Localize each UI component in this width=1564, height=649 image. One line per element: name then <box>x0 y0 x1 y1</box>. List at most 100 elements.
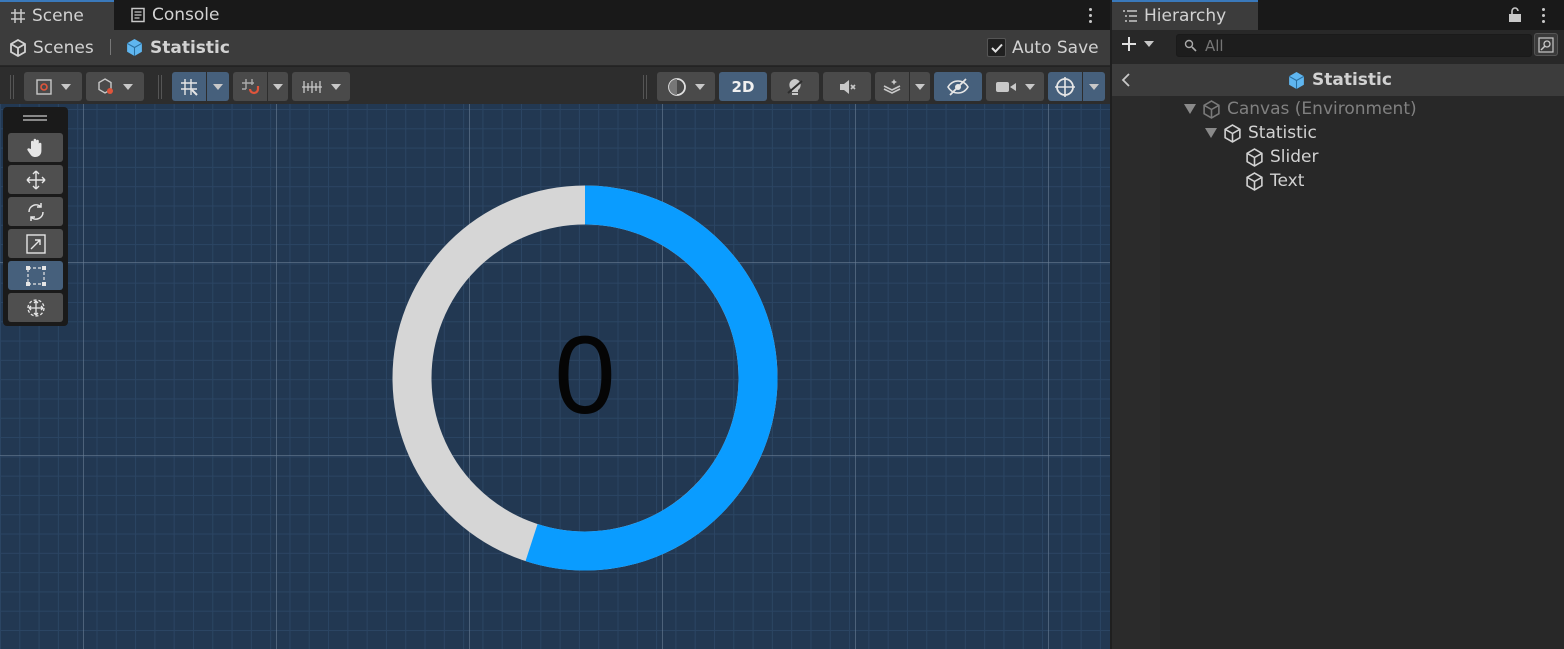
increment-snap-dropdown[interactable] <box>268 72 288 101</box>
scene-panel: Scene Console Scenes Statistic Auto Save <box>0 0 1110 649</box>
palette-drag-handle[interactable] <box>23 115 47 117</box>
grid-major-line <box>276 104 277 649</box>
lock-icon[interactable] <box>1508 6 1522 23</box>
tool-handle-rotation-dropdown[interactable] <box>86 72 144 101</box>
breadcrumb-current[interactable]: Statistic <box>125 30 230 65</box>
plus-icon <box>1122 37 1136 51</box>
hand-icon <box>26 138 41 157</box>
tab-hierarchy[interactable]: Hierarchy <box>1112 0 1258 30</box>
tool-rotate[interactable] <box>8 197 63 226</box>
effects-layers-icon <box>883 78 901 94</box>
effects-dropdown[interactable] <box>910 72 930 101</box>
effects-toggle[interactable] <box>875 72 909 101</box>
tree-item-canvas-environment[interactable]: Canvas (Environment) <box>1184 97 1417 121</box>
grid-snap-dropdown[interactable] <box>207 72 229 101</box>
scene-more-menu-icon[interactable] <box>1080 4 1100 26</box>
hierarchy-search-field[interactable] <box>1176 34 1532 57</box>
prefab-header-title: Statistic <box>1287 64 1392 96</box>
chevron-down-icon <box>331 83 341 90</box>
tab-hierarchy-label: Hierarchy <box>1144 6 1227 26</box>
toolbar-grip-handle[interactable] <box>158 75 162 99</box>
prefab-cube-icon <box>1288 71 1305 89</box>
gizmos-dropdown[interactable] <box>1083 72 1105 101</box>
gameobject-cube-icon <box>1224 123 1241 143</box>
foldout-expanded-icon[interactable] <box>1205 128 1217 138</box>
statistic-value-text: 0 <box>554 314 616 437</box>
tree-item-slider[interactable]: Slider <box>1245 145 1318 169</box>
gameobject-cube-icon <box>1246 171 1263 191</box>
grid-snap-toggle[interactable] <box>172 72 206 101</box>
tool-handle-position-dropdown[interactable] <box>24 72 82 101</box>
toolbar-grip-handle[interactable] <box>643 75 647 99</box>
tree-item-label: Text <box>1270 171 1305 191</box>
grid-snap-icon <box>181 78 198 96</box>
breadcrumb-scenes-label: Scenes <box>33 37 94 58</box>
lighting-toggle[interactable] <box>771 72 819 101</box>
breadcrumb-current-label: Statistic <box>150 37 230 58</box>
chevron-down-icon <box>1025 83 1035 90</box>
gizmos-toggle[interactable] <box>1048 72 1082 101</box>
tool-hand[interactable] <box>8 133 63 162</box>
chevron-down-icon <box>273 83 283 90</box>
pivot-icon <box>36 78 52 95</box>
audio-toggle[interactable] <box>823 72 871 101</box>
hierarchy-prefab-header: Statistic <box>1112 64 1564 96</box>
tab-console[interactable]: Console <box>120 0 240 30</box>
hierarchy-more-menu-icon[interactable] <box>1533 4 1553 26</box>
grid-major-line <box>1048 104 1049 649</box>
grid-major-line <box>83 104 84 649</box>
tab-scene[interactable]: Scene <box>0 0 114 30</box>
move-arrows-icon <box>26 170 45 189</box>
tool-rect-transform[interactable] <box>8 261 63 290</box>
mode-2d-toggle[interactable]: 2D <box>719 72 767 101</box>
camera-settings-dropdown[interactable] <box>986 72 1044 101</box>
chevron-down-icon <box>1089 83 1099 90</box>
tree-item-label: Slider <box>1270 147 1319 167</box>
scene-visibility-toggle[interactable] <box>934 72 982 101</box>
back-chevron-icon[interactable] <box>1120 73 1132 87</box>
tool-palette <box>3 107 68 326</box>
local-cube-icon <box>98 77 113 94</box>
scale-icon <box>25 233 46 254</box>
tree-item-statistic[interactable]: Statistic <box>1205 121 1317 145</box>
chevron-down-icon <box>695 83 705 90</box>
hierarchy-add-dropdown[interactable] <box>1120 33 1162 55</box>
tree-item-text[interactable]: Text <box>1245 169 1304 193</box>
transform-combined-icon <box>26 298 45 317</box>
tree-item-label: Canvas (Environment) <box>1227 99 1417 119</box>
checkmark-icon <box>990 43 1003 53</box>
auto-save-toggle[interactable]: Auto Save <box>987 30 1099 65</box>
speaker-muted-icon <box>840 79 856 94</box>
console-icon <box>131 7 145 23</box>
search-icon <box>1184 39 1197 52</box>
chevron-down-icon <box>213 83 223 90</box>
scene-viewport[interactable]: 0 <box>0 104 1110 649</box>
prefab-header-label: Statistic <box>1312 70 1392 90</box>
breadcrumb-scenes[interactable]: Scenes <box>9 30 94 65</box>
hierarchy-search-input[interactable] <box>1205 35 1515 56</box>
gameobject-cube-icon <box>1246 147 1263 167</box>
grid-hash-icon <box>11 9 25 23</box>
palette-drag-handle[interactable] <box>23 119 47 121</box>
draw-mode-dropdown[interactable] <box>657 72 715 101</box>
auto-save-checkbox[interactable] <box>987 38 1006 57</box>
eye-hidden-icon <box>947 77 969 96</box>
grid-major-line <box>855 104 856 649</box>
grid-visibility-dropdown[interactable] <box>292 72 350 101</box>
toolbar-grip-handle[interactable] <box>10 75 14 99</box>
tool-move[interactable] <box>8 165 63 194</box>
tree-item-label: Statistic <box>1248 123 1317 143</box>
search-window-icon <box>1538 36 1554 53</box>
ruler-grid-icon <box>302 80 322 93</box>
rotate-icon <box>27 202 44 221</box>
foldout-expanded-icon[interactable] <box>1184 104 1196 114</box>
breadcrumb-bar: Scenes Statistic Auto Save <box>0 30 1110 65</box>
tab-console-label: Console <box>152 5 220 25</box>
chevron-down-icon <box>61 83 71 90</box>
increment-snap-toggle[interactable] <box>233 72 267 101</box>
search-by-type-button[interactable] <box>1534 33 1558 56</box>
camera-icon <box>996 81 1016 92</box>
tool-transform[interactable] <box>8 293 63 322</box>
tool-scale[interactable] <box>8 229 63 258</box>
gameobject-cube-icon <box>1203 99 1220 119</box>
